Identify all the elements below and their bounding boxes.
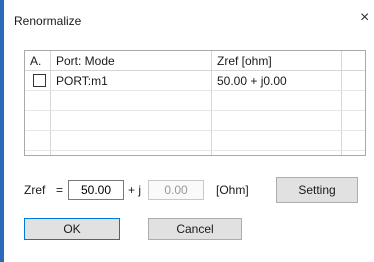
unit-label: [Ohm] [216,183,249,197]
header-a[interactable]: A. [30,54,41,68]
table-empty-row [25,91,365,111]
cancel-button[interactable]: Cancel [148,218,242,240]
row-port-mode: PORT:m1 [56,74,108,88]
ok-button[interactable]: OK [24,218,120,240]
table-empty-row [25,111,365,131]
table-empty-row [25,131,365,151]
window-accent-bar [0,0,4,262]
port-table: A. Port: Mode Zref [ohm] PORT:m1 50.00 +… [24,50,366,156]
plus-j-label: + j [128,183,142,197]
close-icon[interactable]: × [360,9,369,27]
row-zref: 50.00 + j0.00 [217,74,287,88]
header-zref[interactable]: Zref [ohm] [217,54,272,68]
table-row[interactable]: PORT:m1 50.00 + j0.00 [25,71,365,91]
zref-label: Zref [24,183,46,197]
setting-button[interactable]: Setting [276,177,358,203]
header-port-mode[interactable]: Port: Mode [56,54,115,68]
table-header-row: A. Port: Mode Zref [ohm] [25,51,365,71]
zref-imag-input[interactable] [148,180,204,200]
zref-real-input[interactable] [68,180,124,200]
equals-sign: = [56,183,64,197]
row-checkbox[interactable] [33,74,46,87]
dialog-title: Renormalize [14,14,82,28]
